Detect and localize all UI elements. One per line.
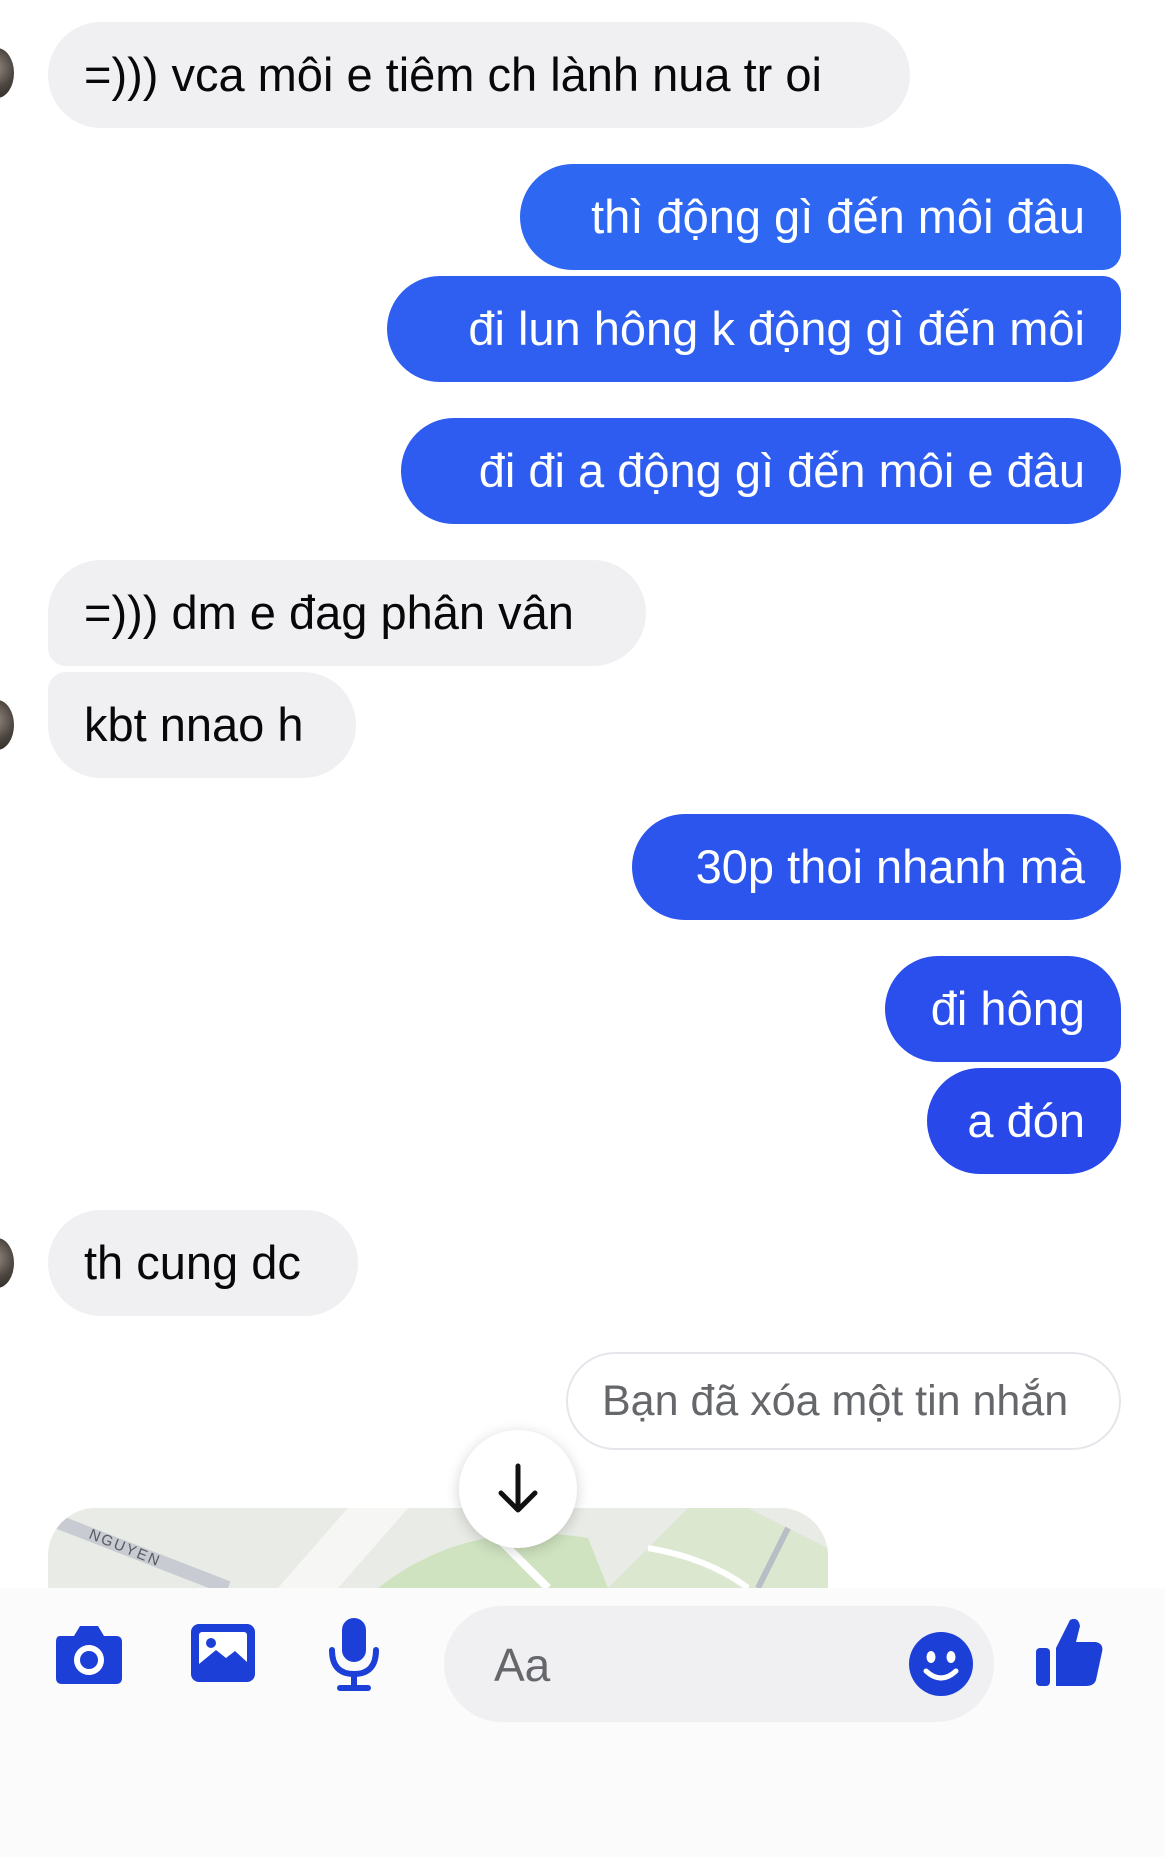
thumbs-up-icon [1036,1618,1103,1686]
message-bubble-outgoing[interactable]: đi đi a động gì đến môi e đâu [401,418,1121,524]
message-bubble-outgoing[interactable]: a đón [927,1068,1121,1174]
message-input-container[interactable] [444,1606,994,1724]
location-map-preview[interactable]: NGUYEN [48,1508,828,1588]
message-bubble-outgoing[interactable]: đi lun hông k động gì đến môi [387,276,1121,382]
message-bubble-incoming[interactable]: kbt nnao h [48,672,356,778]
emoji-icon [909,1632,973,1696]
avatar[interactable] [0,1238,14,1288]
emoji-button[interactable] [908,1631,974,1702]
microphone-icon [329,1618,379,1691]
deleted-message-notice: Bạn đã xóa một tin nhắn [566,1352,1121,1450]
camera-button[interactable] [52,1620,126,1693]
message-bubble-outgoing[interactable]: đi hông [885,956,1121,1062]
image-icon [191,1624,255,1682]
message-bubble-outgoing[interactable]: thì động gì đến môi đâu [520,164,1121,270]
map-graphic: NGUYEN [48,1508,828,1588]
gallery-button[interactable] [188,1618,258,1693]
arrow-down-icon [498,1463,538,1513]
avatar[interactable] [0,48,14,98]
camera-icon [56,1626,122,1684]
message-bubble-outgoing[interactable]: 30p thoi nhanh mà [632,814,1121,920]
message-bubble-incoming[interactable]: =))) dm e đag phân vân [48,560,646,666]
message-bubble-incoming[interactable]: =))) vca môi e tiêm ch lành nua tr oi [48,22,910,128]
message-input[interactable] [492,1606,876,1724]
avatar[interactable] [0,700,14,750]
like-button[interactable] [1032,1614,1106,1695]
message-bubble-incoming[interactable]: th cung dc [48,1210,358,1316]
voice-record-button[interactable] [326,1614,382,1699]
scroll-to-bottom-button[interactable] [459,1430,577,1548]
